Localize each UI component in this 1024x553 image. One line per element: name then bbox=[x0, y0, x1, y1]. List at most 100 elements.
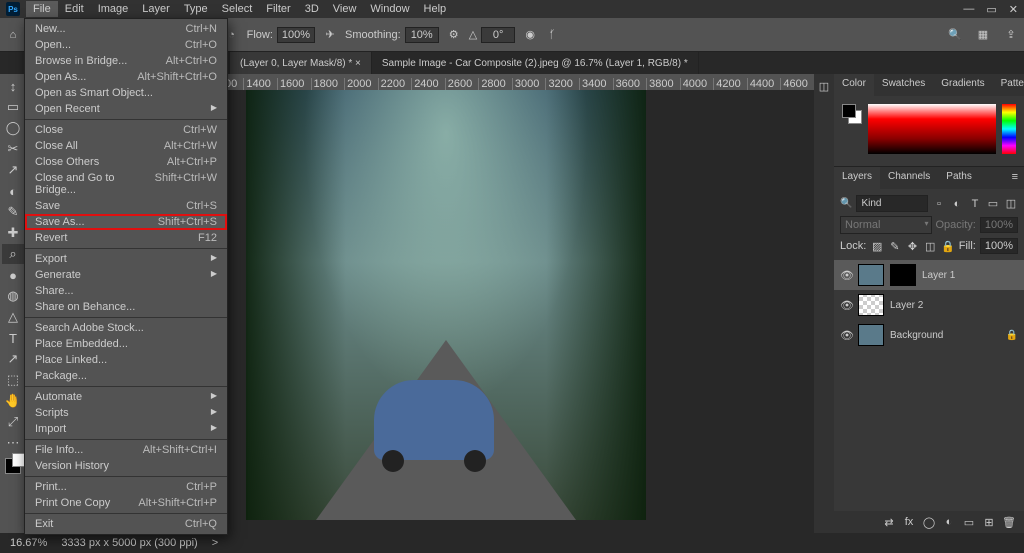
fx-icon[interactable]: fx bbox=[902, 515, 916, 529]
file-menu-item[interactable]: Open Recent▶ bbox=[25, 101, 227, 117]
file-menu-item[interactable]: Automate▶ bbox=[25, 389, 227, 405]
minimized-panel-icon[interactable]: ◫ bbox=[817, 80, 831, 94]
menu-image[interactable]: Image bbox=[91, 1, 136, 17]
panel-tab-gradients[interactable]: Gradients bbox=[933, 74, 992, 96]
panel-tab-paths[interactable]: Paths bbox=[938, 167, 980, 189]
hue-strip[interactable] bbox=[1002, 104, 1016, 154]
delete-icon[interactable]: 🗑 bbox=[1002, 515, 1016, 529]
doc-info-arrow[interactable]: > bbox=[212, 537, 218, 549]
lock-artboard-icon[interactable]: ◫ bbox=[923, 239, 937, 253]
layer-filter-kind[interactable]: Kind bbox=[856, 195, 928, 212]
angle-value[interactable]: 0° bbox=[481, 27, 515, 43]
visibility-icon[interactable]: 👁 bbox=[840, 299, 852, 312]
lock-all-icon[interactable]: 🔒 bbox=[941, 239, 955, 253]
tool-button[interactable]: ↕ bbox=[2, 76, 24, 96]
fg-bg-swatch[interactable] bbox=[842, 104, 862, 124]
blend-mode[interactable]: Normal bbox=[840, 216, 932, 234]
group-icon[interactable]: ▭ bbox=[962, 515, 976, 529]
symmetry-icon[interactable]: ᚶ bbox=[545, 28, 559, 42]
document-tab[interactable]: Sample Image - Car Composite (2).jpeg @ … bbox=[372, 52, 699, 74]
home-icon[interactable]: ⌂ bbox=[6, 28, 20, 42]
layer-name[interactable]: Layer 1 bbox=[922, 270, 955, 281]
menu-layer[interactable]: Layer bbox=[135, 1, 177, 17]
layer-thumbnail[interactable] bbox=[858, 264, 884, 286]
file-menu-item[interactable]: Generate▶ bbox=[25, 267, 227, 283]
workspace-icon[interactable]: ▦ bbox=[976, 28, 990, 42]
layer-thumbnail[interactable] bbox=[858, 294, 884, 316]
color-ramp[interactable] bbox=[868, 104, 996, 154]
panel-tab-layers[interactable]: Layers bbox=[834, 167, 880, 189]
menu-3d[interactable]: 3D bbox=[298, 1, 326, 17]
tool-button[interactable]: ⌕ bbox=[2, 244, 24, 264]
menu-filter[interactable]: Filter bbox=[259, 1, 297, 17]
tool-button[interactable]: ✚ bbox=[2, 223, 24, 243]
filter-image-icon[interactable]: ▫ bbox=[932, 197, 946, 211]
file-menu-item[interactable]: CloseCtrl+W bbox=[25, 122, 227, 138]
file-menu-item[interactable]: File Info...Alt+Shift+Ctrl+I bbox=[25, 442, 227, 458]
visibility-icon[interactable]: 👁 bbox=[840, 269, 852, 282]
menu-edit[interactable]: Edit bbox=[58, 1, 91, 17]
close-button[interactable]: ✕ bbox=[1009, 3, 1018, 16]
tool-button[interactable]: 🤚 bbox=[2, 391, 24, 411]
file-menu-item[interactable]: Place Linked... bbox=[25, 352, 227, 368]
tool-button[interactable]: ⬚ bbox=[2, 370, 24, 390]
filter-smart-icon[interactable]: ◫ bbox=[1004, 197, 1018, 211]
panel-tab-channels[interactable]: Channels bbox=[880, 167, 938, 189]
file-menu-item[interactable]: Place Embedded... bbox=[25, 336, 227, 352]
tool-button[interactable]: ↗ bbox=[2, 160, 24, 180]
lock-transparency-icon[interactable]: ▨ bbox=[870, 239, 884, 253]
flow-value[interactable]: 100% bbox=[277, 27, 315, 43]
file-menu-item[interactable]: Open as Smart Object... bbox=[25, 85, 227, 101]
menu-select[interactable]: Select bbox=[215, 1, 260, 17]
file-menu-item[interactable]: Share on Behance... bbox=[25, 299, 227, 315]
menu-view[interactable]: View bbox=[326, 1, 364, 17]
link-layers-icon[interactable]: ⇄ bbox=[882, 515, 896, 529]
file-menu-item[interactable]: Print...Ctrl+P bbox=[25, 479, 227, 495]
file-menu-item[interactable]: Scripts▶ bbox=[25, 405, 227, 421]
fill-value[interactable]: 100% bbox=[980, 238, 1018, 254]
tool-button[interactable]: ◐ bbox=[2, 181, 24, 201]
tool-button[interactable]: ◯ bbox=[2, 118, 24, 138]
filter-shape-icon[interactable]: ▭ bbox=[986, 197, 1000, 211]
menu-help[interactable]: Help bbox=[417, 1, 454, 17]
tool-button[interactable]: ✂ bbox=[2, 139, 24, 159]
layer-row[interactable]: 👁Layer 2 bbox=[834, 290, 1024, 320]
file-menu-item[interactable]: Export▶ bbox=[25, 251, 227, 267]
mask-icon[interactable]: ◯ bbox=[922, 515, 936, 529]
file-menu-item[interactable]: Package... bbox=[25, 368, 227, 384]
file-menu-item[interactable]: Search Adobe Stock... bbox=[25, 320, 227, 336]
file-menu-item[interactable]: Save As...Shift+Ctrl+S bbox=[25, 214, 227, 230]
tool-button[interactable]: △ bbox=[2, 307, 24, 327]
layer-row[interactable]: 👁Background🔒 bbox=[834, 320, 1024, 350]
layer-row[interactable]: 👁 Layer 1 bbox=[834, 260, 1024, 290]
panel-menu-icon[interactable]: ≡ bbox=[1006, 167, 1024, 189]
doc-info[interactable]: 3333 px x 5000 px (300 ppi) bbox=[61, 537, 197, 549]
color-picker[interactable] bbox=[834, 96, 1024, 162]
layer-thumbnail[interactable] bbox=[858, 324, 884, 346]
panel-tab-color[interactable]: Color bbox=[834, 74, 874, 96]
visibility-icon[interactable]: 👁 bbox=[840, 329, 852, 342]
file-menu-item[interactable]: Version History bbox=[25, 458, 227, 474]
maximize-button[interactable]: ▭ bbox=[986, 3, 996, 16]
file-menu-item[interactable]: SaveCtrl+S bbox=[25, 198, 227, 214]
file-menu-item[interactable]: ExitCtrl+Q bbox=[25, 516, 227, 532]
tool-button[interactable]: ↗ bbox=[2, 349, 24, 369]
zoom-level[interactable]: 16.67% bbox=[10, 537, 47, 549]
panel-tab-patterns[interactable]: Patterns bbox=[993, 74, 1024, 96]
tool-button[interactable]: T bbox=[2, 328, 24, 348]
smoothing-value[interactable]: 10% bbox=[405, 27, 439, 43]
canvas[interactable] bbox=[246, 90, 646, 520]
lock-position-icon[interactable]: ✥ bbox=[906, 239, 920, 253]
file-menu-item[interactable]: Print One CopyAlt+Shift+Ctrl+P bbox=[25, 495, 227, 511]
file-menu-item[interactable]: Browse in Bridge...Alt+Ctrl+O bbox=[25, 53, 227, 69]
layer-name[interactable]: Background bbox=[890, 330, 943, 341]
share-icon[interactable]: ⇪ bbox=[1004, 28, 1018, 42]
smoothing-gear-icon[interactable]: ⚙ bbox=[447, 28, 461, 42]
tool-button[interactable]: ◍ bbox=[2, 286, 24, 306]
search-icon[interactable]: 🔍 bbox=[948, 28, 962, 42]
menu-type[interactable]: Type bbox=[177, 1, 215, 17]
tool-button[interactable]: ⤢ bbox=[2, 412, 24, 432]
airbrush-icon[interactable]: ✈ bbox=[323, 28, 337, 42]
tool-button[interactable]: ⋯ bbox=[2, 433, 24, 453]
mask-thumbnail[interactable] bbox=[890, 264, 916, 286]
